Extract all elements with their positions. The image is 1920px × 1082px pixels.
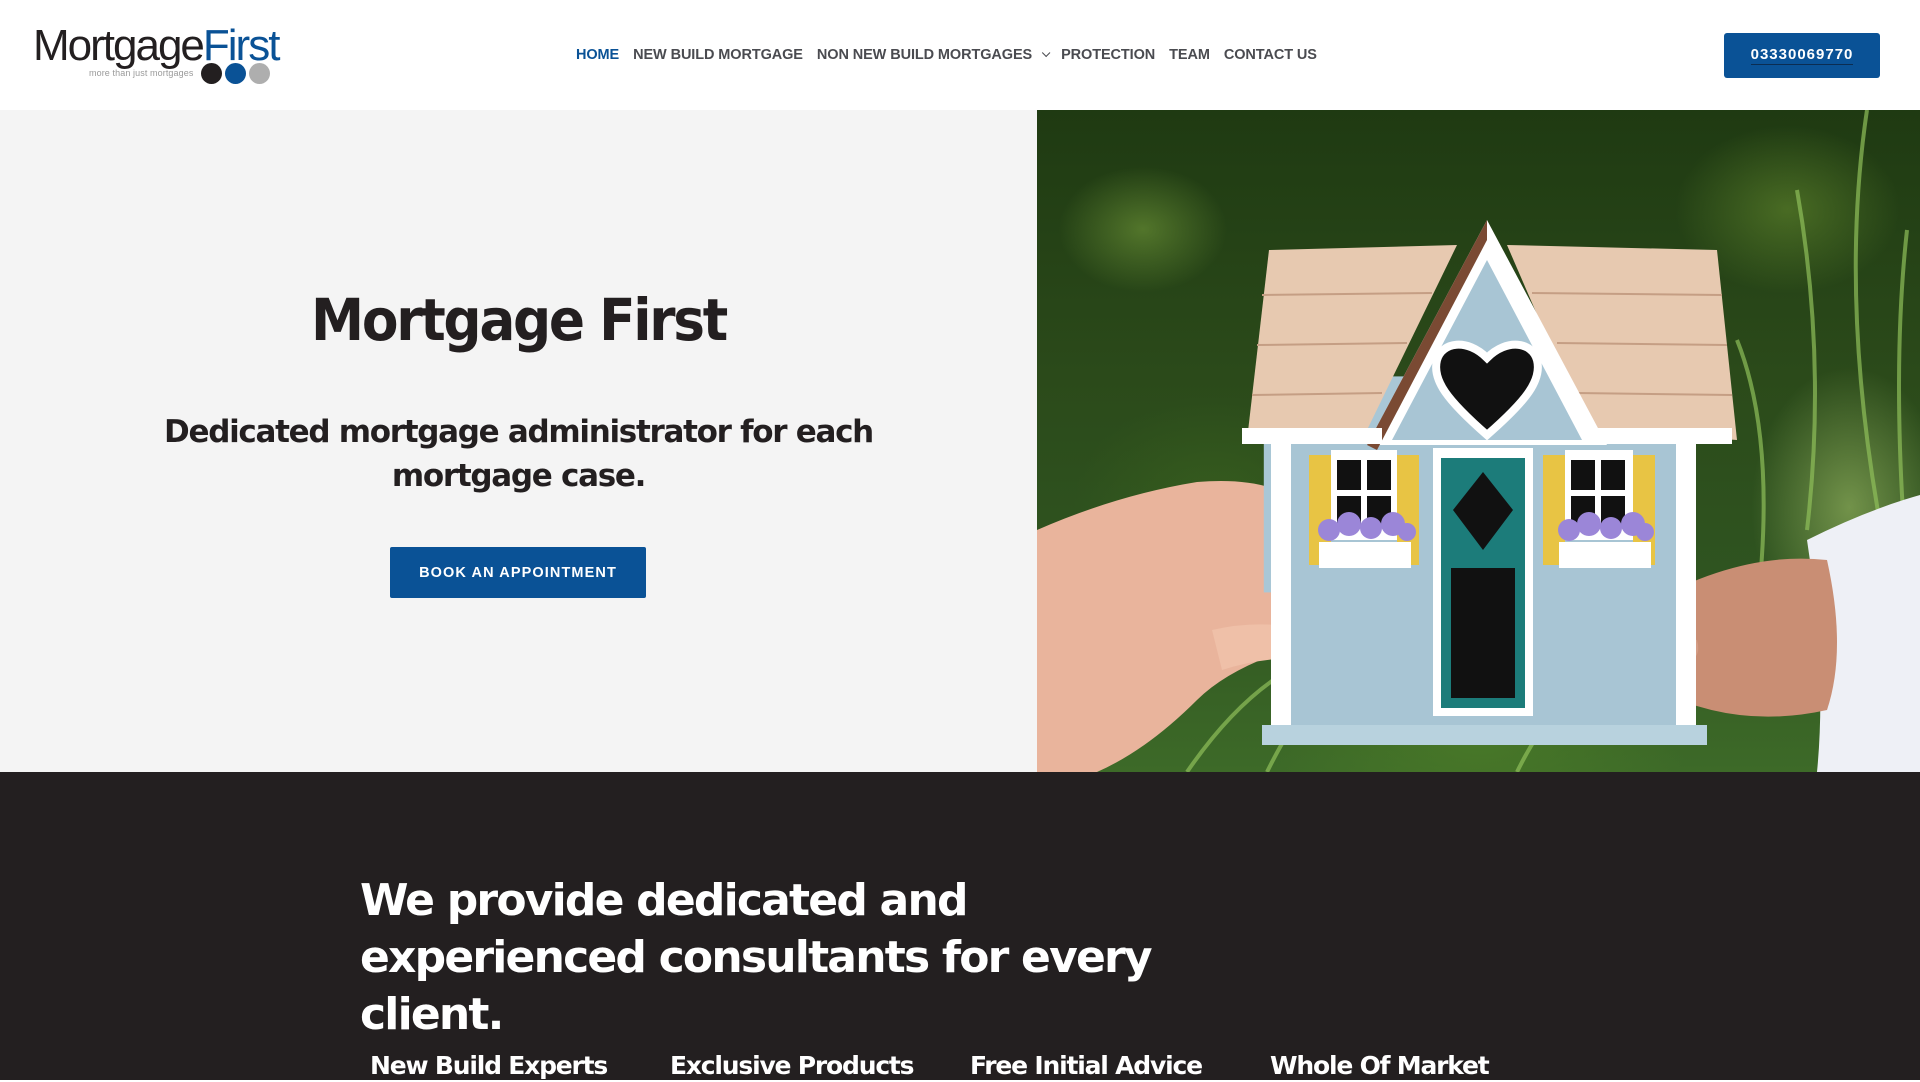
nav-item-label: PROTECTION bbox=[1061, 47, 1156, 63]
feature-new-build-experts: New Build Experts bbox=[370, 1051, 608, 1080]
nav-item-protection[interactable]: PROTECTION bbox=[1061, 47, 1155, 63]
features-heading: We provide dedicated and experienced con… bbox=[360, 875, 1153, 1040]
nav-item-label: NEW BUILD MORTGAGE bbox=[633, 47, 803, 63]
logo[interactable]: MortgageFirst more than just mortgages bbox=[33, 21, 280, 88]
hero-title: Mortgage First bbox=[311, 286, 728, 354]
nav-item-label: TEAM bbox=[1169, 47, 1210, 63]
feature-exclusive-products: Exclusive Products bbox=[670, 1051, 915, 1080]
nav-item-label: CONTACT US bbox=[1223, 47, 1317, 63]
feature-free-initial-advice: Free Initial Advice bbox=[970, 1051, 1203, 1080]
nav-item-contact-us[interactable]: CONTACT US bbox=[1224, 47, 1317, 63]
nav-item-label: NON NEW BUILD MORTGAGES bbox=[816, 47, 1033, 63]
chevron-down-icon[interactable] bbox=[1041, 48, 1051, 58]
logo-dot-grey bbox=[249, 63, 270, 84]
hero-section: Mortgage First Dedicated mortgage admini… bbox=[0, 110, 1920, 772]
nav-item-home[interactable]: HOME bbox=[576, 47, 619, 63]
feature-whole-of-market: Whole Of Market bbox=[1270, 1051, 1490, 1080]
model-house-illustration bbox=[1037, 110, 1920, 772]
features-section: We provide dedicated and experienced con… bbox=[0, 772, 1920, 1080]
nav-item-team[interactable]: TEAM bbox=[1169, 47, 1210, 63]
hero-image bbox=[1037, 110, 1920, 772]
book-appointment-button[interactable]: BOOK AN APPOINTMENT bbox=[390, 547, 646, 598]
logo-word-mortgage: Mortgage bbox=[33, 21, 205, 70]
model-house bbox=[1242, 220, 1737, 745]
logo-dots bbox=[201, 63, 270, 84]
main-nav: HOME NEW BUILD MORTGAGE NON NEW BUILD MO… bbox=[576, 44, 1317, 66]
nav-item-new-build-mortgage[interactable]: NEW BUILD MORTGAGE bbox=[633, 47, 803, 63]
logo-dot-black bbox=[201, 63, 222, 84]
hero-subtitle: Dedicated mortgage administrator for eac… bbox=[164, 414, 874, 494]
phone-button[interactable]: 03330069770 bbox=[1724, 33, 1880, 78]
hero-text-panel: Mortgage First Dedicated mortgage admini… bbox=[0, 110, 1037, 772]
site-header: MortgageFirst more than just mortgages H… bbox=[0, 0, 1920, 110]
feature-list: New Build Experts Exclusive Products Fre… bbox=[370, 1050, 1490, 1082]
logo-dot-blue bbox=[225, 63, 246, 84]
nav-item-non-new-build-mortgages[interactable]: NON NEW BUILD MORTGAGES bbox=[816, 47, 1051, 63]
logo-tagline: more than just mortgages bbox=[89, 68, 194, 78]
phone-number: 03330069770 bbox=[1750, 46, 1854, 65]
nav-item-label: HOME bbox=[576, 47, 620, 63]
